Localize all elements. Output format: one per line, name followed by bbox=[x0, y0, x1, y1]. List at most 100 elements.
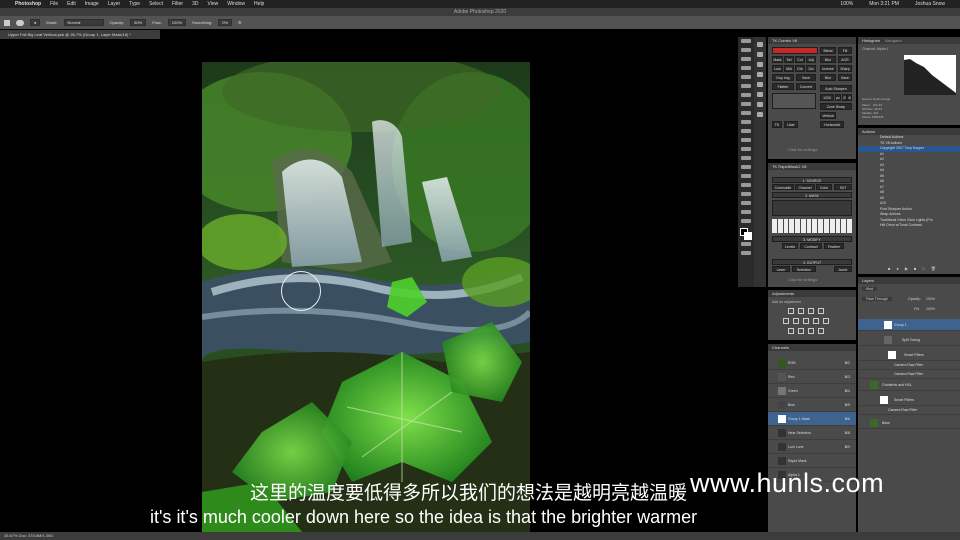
dodge-tool-icon[interactable] bbox=[741, 156, 751, 160]
tk-btn-mid[interactable]: Mid bbox=[784, 65, 794, 72]
tk-btn-channel[interactable]: Channel bbox=[795, 184, 815, 190]
key[interactable] bbox=[789, 219, 795, 233]
tk-mask-keys[interactable] bbox=[772, 219, 852, 233]
tk-btn-user[interactable]: User bbox=[784, 121, 798, 128]
layer-row[interactable]: Split Toning bbox=[858, 334, 960, 346]
channel-row[interactable]: Group 1 Mask ⌘6 bbox=[768, 412, 856, 426]
layer-row[interactable]: Camera Raw Filter bbox=[858, 406, 960, 415]
tk-btn-apply[interactable]: Apply bbox=[834, 266, 852, 272]
menu-type[interactable]: Type bbox=[129, 1, 140, 7]
layers-kind-filter[interactable]: Kind bbox=[862, 287, 878, 291]
libraries-panel-icon[interactable] bbox=[757, 112, 763, 117]
history-panel-icon[interactable] bbox=[757, 42, 763, 47]
tk-btn-color[interactable]: Color bbox=[816, 184, 832, 190]
key[interactable] bbox=[806, 219, 812, 233]
character-panel-icon[interactable] bbox=[757, 92, 763, 97]
photo-filter-adj-icon[interactable] bbox=[823, 318, 829, 324]
flow-field[interactable]: 100% bbox=[167, 19, 187, 26]
tk-btn-auto-sharpen[interactable]: Auto Sharpen bbox=[820, 85, 852, 92]
tk-btn-blur[interactable]: Blur bbox=[820, 56, 836, 63]
eraser-tool-icon[interactable] bbox=[741, 129, 751, 133]
hue-sat-adj-icon[interactable] bbox=[793, 318, 799, 324]
vibrance-adj-icon[interactable] bbox=[783, 318, 789, 324]
type-tool-icon[interactable] bbox=[741, 174, 751, 178]
hand-tool-icon[interactable] bbox=[741, 201, 751, 205]
document-tab[interactable]: Upper Fall Big Leaf Vertical.psb @ 26.7%… bbox=[0, 30, 160, 39]
tk-btn-drk[interactable]: Drk bbox=[795, 65, 805, 72]
channel-row[interactable]: Lum Lone ⌘9 bbox=[768, 440, 856, 454]
brush-size-field[interactable]: ● bbox=[30, 19, 41, 26]
move-tool-icon[interactable] bbox=[741, 39, 751, 43]
menu-3d[interactable]: 3D bbox=[192, 1, 198, 7]
user-name[interactable]: Joshua Snow bbox=[915, 1, 945, 7]
tab-histogram[interactable]: Histogram bbox=[862, 38, 880, 43]
pen-tool-icon[interactable] bbox=[741, 165, 751, 169]
tk-field-1200[interactable]: 1200 bbox=[820, 94, 834, 101]
shape-tool-icon[interactable] bbox=[741, 192, 751, 196]
tk-btn-adj[interactable]: Adj bbox=[806, 56, 816, 63]
marquee-tool-icon[interactable] bbox=[741, 48, 751, 52]
glyphs-panel-icon[interactable] bbox=[757, 102, 763, 107]
channel-row[interactable]: Green ⌘4 bbox=[768, 384, 856, 398]
tk-btn-sharp[interactable]: Sharp bbox=[838, 65, 852, 72]
blur-tool-icon[interactable] bbox=[741, 147, 751, 151]
smoothing-field[interactable]: 0% bbox=[218, 19, 233, 26]
layer-row[interactable]: Smart Filters bbox=[858, 394, 960, 406]
key[interactable] bbox=[777, 219, 783, 233]
home-icon[interactable] bbox=[4, 19, 10, 26]
menu-window[interactable]: Window bbox=[227, 1, 245, 7]
tk-btn-mask[interactable]: Mask bbox=[772, 56, 783, 63]
tk-btn-horizontal[interactable]: Horizontal bbox=[820, 121, 844, 128]
layer-row[interactable]: Group 1 bbox=[858, 319, 960, 331]
paragraph-panel-icon[interactable] bbox=[757, 82, 763, 87]
layers-fill-field[interactable]: 100% bbox=[926, 307, 935, 311]
mode-select[interactable]: Normal bbox=[63, 19, 104, 26]
channel-row[interactable]: RGB ⌘2 bbox=[768, 356, 856, 370]
tk-btn-contract[interactable]: Contract bbox=[800, 243, 822, 249]
path-select-tool-icon[interactable] bbox=[741, 183, 751, 187]
tk-mask-controls[interactable] bbox=[772, 200, 852, 216]
channel-row[interactable]: Red ⌘3 bbox=[768, 370, 856, 384]
brush-tool-icon[interactable] bbox=[16, 19, 24, 26]
gradient-map-adj-icon[interactable] bbox=[818, 328, 824, 334]
tk-btn-vertical[interactable]: Vertical bbox=[820, 112, 836, 119]
key[interactable] bbox=[795, 219, 800, 233]
background-color-swatch[interactable] bbox=[744, 232, 752, 240]
tk-btn-tk[interactable]: TK bbox=[772, 121, 782, 128]
layer-row[interactable]: Gradients and HSL bbox=[858, 379, 960, 391]
menu-layer[interactable]: Layer bbox=[108, 1, 121, 7]
tk-btn-composite[interactable]: Composite bbox=[772, 184, 794, 190]
tk-btn-sel[interactable]: Sel bbox=[784, 56, 794, 63]
key[interactable] bbox=[835, 219, 841, 233]
menu-filter[interactable]: Filter bbox=[172, 1, 183, 7]
tk-btn-blur-2[interactable]: Blur bbox=[820, 74, 836, 81]
clone-stamp-tool-icon[interactable] bbox=[741, 111, 751, 115]
eyedropper-tool-icon[interactable] bbox=[741, 84, 751, 88]
menu-help[interactable]: Help bbox=[254, 1, 264, 7]
key[interactable] bbox=[818, 219, 824, 233]
histogram-source[interactable]: Source: Entire Image bbox=[862, 97, 890, 101]
gear-icon[interactable]: ⚙ bbox=[238, 20, 242, 25]
lasso-tool-icon[interactable] bbox=[741, 57, 751, 61]
tk-btn-save[interactable]: Save bbox=[796, 74, 816, 81]
tk2-click-settings[interactable]: Click for settings bbox=[788, 277, 817, 282]
history-brush-tool-icon[interactable] bbox=[741, 120, 751, 124]
layer-row[interactable]: Camera Raw Filter bbox=[858, 361, 960, 370]
gradient-tool-icon[interactable] bbox=[741, 138, 751, 142]
key[interactable] bbox=[824, 219, 829, 233]
tk-icon-row[interactable] bbox=[772, 93, 816, 109]
histogram-channel[interactable]: Channel: Alpha 1 bbox=[862, 47, 889, 51]
key[interactable] bbox=[772, 219, 777, 233]
tk-btn-lum[interactable]: Lum bbox=[772, 65, 783, 72]
tk-btn-levels[interactable]: Levels bbox=[782, 243, 798, 249]
menu-file[interactable]: File bbox=[50, 1, 58, 7]
menu-view[interactable]: View bbox=[208, 1, 219, 7]
tk-btn-layer[interactable]: Layer bbox=[772, 266, 790, 272]
tk-btn-inverse[interactable]: Inverse bbox=[820, 65, 836, 72]
tk-btn-dup-img[interactable]: Dup Img bbox=[772, 74, 794, 81]
key[interactable] bbox=[841, 219, 847, 233]
key[interactable] bbox=[847, 219, 852, 233]
menu-image[interactable]: Image bbox=[85, 1, 99, 7]
channel-row[interactable]: Hear Selection ⌘8 bbox=[768, 426, 856, 440]
tk-click-settings[interactable]: Click for settings bbox=[788, 147, 817, 152]
